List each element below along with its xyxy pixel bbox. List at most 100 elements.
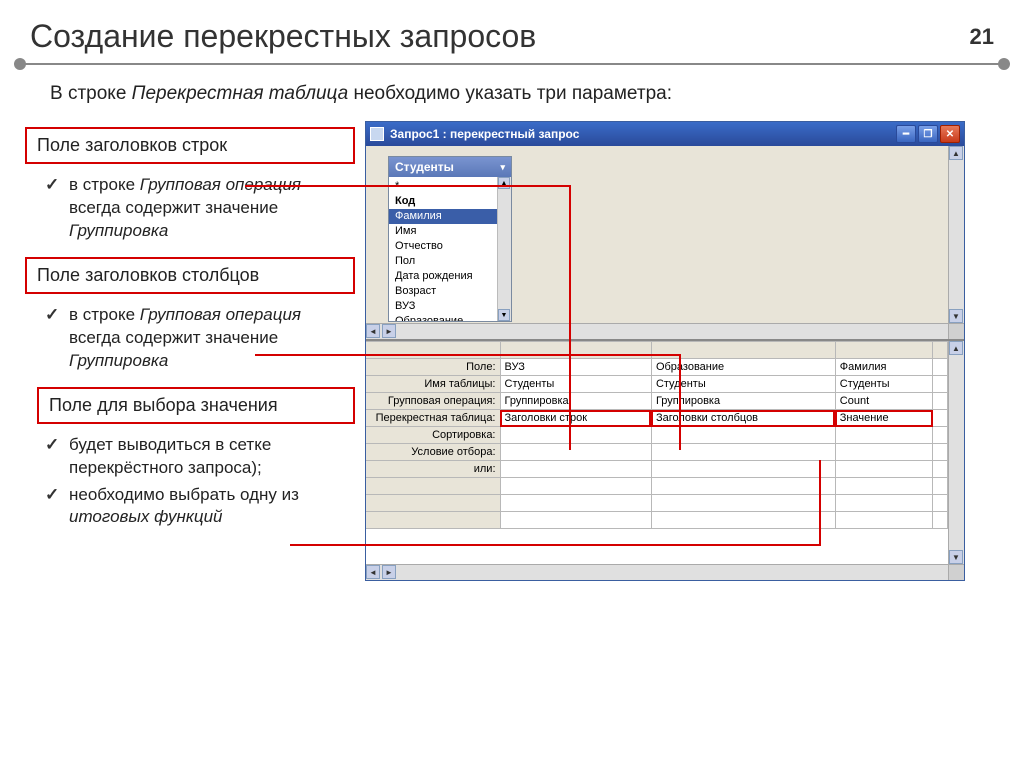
grid-cell[interactable] xyxy=(835,444,932,461)
close-button[interactable]: ✕ xyxy=(940,125,960,143)
hscrollbar[interactable]: ◄ ► xyxy=(366,564,948,580)
intro-text: В строке Перекрестная таблица необходимо… xyxy=(50,83,984,105)
grid-cell[interactable] xyxy=(651,512,835,529)
field-row[interactable]: Возраст xyxy=(389,284,511,299)
intro-post: необходимо указать три параметра: xyxy=(348,83,672,104)
card-scrollbar[interactable]: ▲ ▼ xyxy=(497,177,511,321)
grid-cell[interactable] xyxy=(933,495,948,512)
scroll-right-icon[interactable]: ► xyxy=(382,324,396,338)
grid-cell[interactable] xyxy=(500,512,651,529)
grid-cell[interactable] xyxy=(500,495,651,512)
t: всегда содержит значение xyxy=(69,198,278,217)
grid-cell[interactable] xyxy=(933,444,948,461)
scroll-up-icon[interactable]: ▲ xyxy=(498,177,510,189)
scroll-down-icon[interactable]: ▼ xyxy=(949,550,963,564)
field-row[interactable]: Образование xyxy=(389,314,511,321)
t: в строке xyxy=(69,305,140,324)
field-row[interactable]: Код xyxy=(389,194,511,209)
field-row[interactable]: Пол xyxy=(389,254,511,269)
grid-row-label: Перекрестная таблица: xyxy=(366,410,500,427)
grid-row-label: Сортировка: xyxy=(366,427,500,444)
grid-cell[interactable] xyxy=(933,410,948,427)
minimize-button[interactable]: ━ xyxy=(896,125,916,143)
grid-cell[interactable]: ВУЗ xyxy=(500,359,651,376)
grid-cell[interactable] xyxy=(933,393,948,410)
grid-cell[interactable]: Студенты xyxy=(835,376,932,393)
design-grid-pane[interactable]: Поле: ВУЗ Образование Фамилия Имя таблиц… xyxy=(366,341,964,580)
field-row[interactable]: Дата рождения xyxy=(389,269,511,284)
grid-cell[interactable] xyxy=(500,478,651,495)
grid-row-label xyxy=(366,478,500,495)
grid-cell[interactable] xyxy=(933,512,948,529)
grid-cell[interactable]: Фамилия xyxy=(835,359,932,376)
grid-cell[interactable]: Count xyxy=(835,393,932,410)
field-row[interactable]: ВУЗ xyxy=(389,299,511,314)
scroll-up-icon[interactable]: ▲ xyxy=(949,341,963,355)
grid-cell[interactable] xyxy=(651,444,835,461)
t: итоговых функций xyxy=(69,507,222,526)
title-divider xyxy=(20,63,1004,65)
grid-cell[interactable]: Студенты xyxy=(651,376,835,393)
t: Группировка xyxy=(69,351,168,370)
grid-cell[interactable] xyxy=(651,427,835,444)
grid-cell[interactable] xyxy=(651,478,835,495)
grid-cell[interactable] xyxy=(835,461,932,478)
scroll-right-icon[interactable]: ► xyxy=(382,565,396,579)
window-title: Запрос1 : перекрестный запрос xyxy=(390,127,896,141)
grid-cell[interactable] xyxy=(651,495,835,512)
scroll-down-icon[interactable]: ▼ xyxy=(949,309,963,323)
callout-row-headers: Поле заголовков строк xyxy=(25,127,355,164)
scroll-up-icon[interactable]: ▲ xyxy=(949,146,963,160)
field-row[interactable]: * xyxy=(389,179,511,194)
window-titlebar[interactable]: Запрос1 : перекрестный запрос ━ ❐ ✕ xyxy=(366,122,964,146)
vscrollbar[interactable]: ▲ ▼ xyxy=(948,341,964,580)
t: необходимо выбрать одну из xyxy=(69,485,299,504)
query-design-grid[interactable]: Поле: ВУЗ Образование Фамилия Имя таблиц… xyxy=(366,341,948,529)
scroll-left-icon[interactable]: ◄ xyxy=(366,324,380,338)
grid-cell[interactable]: Группировка xyxy=(651,393,835,410)
grid-cell-cross-value[interactable]: Значение xyxy=(835,410,932,427)
grid-row-label: Поле: xyxy=(366,359,500,376)
grid-cell[interactable] xyxy=(933,359,948,376)
grid-cell[interactable] xyxy=(500,444,651,461)
callout-value-field: Поле для выбора значения xyxy=(37,387,355,424)
grid-cell-cross-cols[interactable]: Заголовки столбцов xyxy=(651,410,835,427)
grid-cell[interactable] xyxy=(933,376,948,393)
grid-cell[interactable] xyxy=(933,478,948,495)
check-item: необходимо выбрать одну из итоговых функ… xyxy=(45,484,355,530)
check-item: в строке Групповая операция всегда содер… xyxy=(45,304,355,373)
t: Групповая операция xyxy=(140,305,301,324)
grid-cell[interactable] xyxy=(651,461,835,478)
t: в строке xyxy=(69,175,140,194)
grid-cell-cross-rows[interactable]: Заголовки строк xyxy=(500,410,651,427)
access-window: Запрос1 : перекрестный запрос ━ ❐ ✕ Студ… xyxy=(365,121,965,581)
hscrollbar[interactable]: ◄ ► xyxy=(366,323,948,339)
t: Групповая операция xyxy=(140,175,301,194)
table-card-title: Студенты xyxy=(395,160,454,174)
maximize-button[interactable]: ❐ xyxy=(918,125,938,143)
grid-cell[interactable] xyxy=(835,495,932,512)
grid-cell[interactable] xyxy=(835,512,932,529)
field-row[interactable]: Имя xyxy=(389,224,511,239)
grid-row-label xyxy=(366,495,500,512)
grid-cell[interactable]: Образование xyxy=(651,359,835,376)
grid-cell[interactable] xyxy=(933,427,948,444)
grid-cell[interactable] xyxy=(835,478,932,495)
field-row-selected[interactable]: Фамилия xyxy=(389,209,511,224)
table-card-header[interactable]: Студенты ▾ xyxy=(389,157,511,177)
grid-cell[interactable] xyxy=(500,461,651,478)
grid-cell[interactable]: Студенты xyxy=(500,376,651,393)
table-card-fields[interactable]: * Код Фамилия Имя Отчество Пол Дата рожд… xyxy=(389,177,511,321)
tables-pane[interactable]: Студенты ▾ * Код Фамилия Имя Отчество По… xyxy=(366,146,964,341)
scroll-left-icon[interactable]: ◄ xyxy=(366,565,380,579)
check-item: будет выводиться в сетке перекрёстного з… xyxy=(45,434,355,480)
grid-cell[interactable] xyxy=(933,461,948,478)
table-card-students[interactable]: Студенты ▾ * Код Фамилия Имя Отчество По… xyxy=(388,156,512,322)
vscrollbar[interactable]: ▲ ▼ xyxy=(948,146,964,339)
field-row[interactable]: Отчество xyxy=(389,239,511,254)
chevron-down-icon[interactable]: ▾ xyxy=(500,162,505,173)
grid-cell[interactable] xyxy=(835,427,932,444)
grid-cell[interactable] xyxy=(500,427,651,444)
grid-cell[interactable]: Группировка xyxy=(500,393,651,410)
scroll-down-icon[interactable]: ▼ xyxy=(498,309,510,321)
